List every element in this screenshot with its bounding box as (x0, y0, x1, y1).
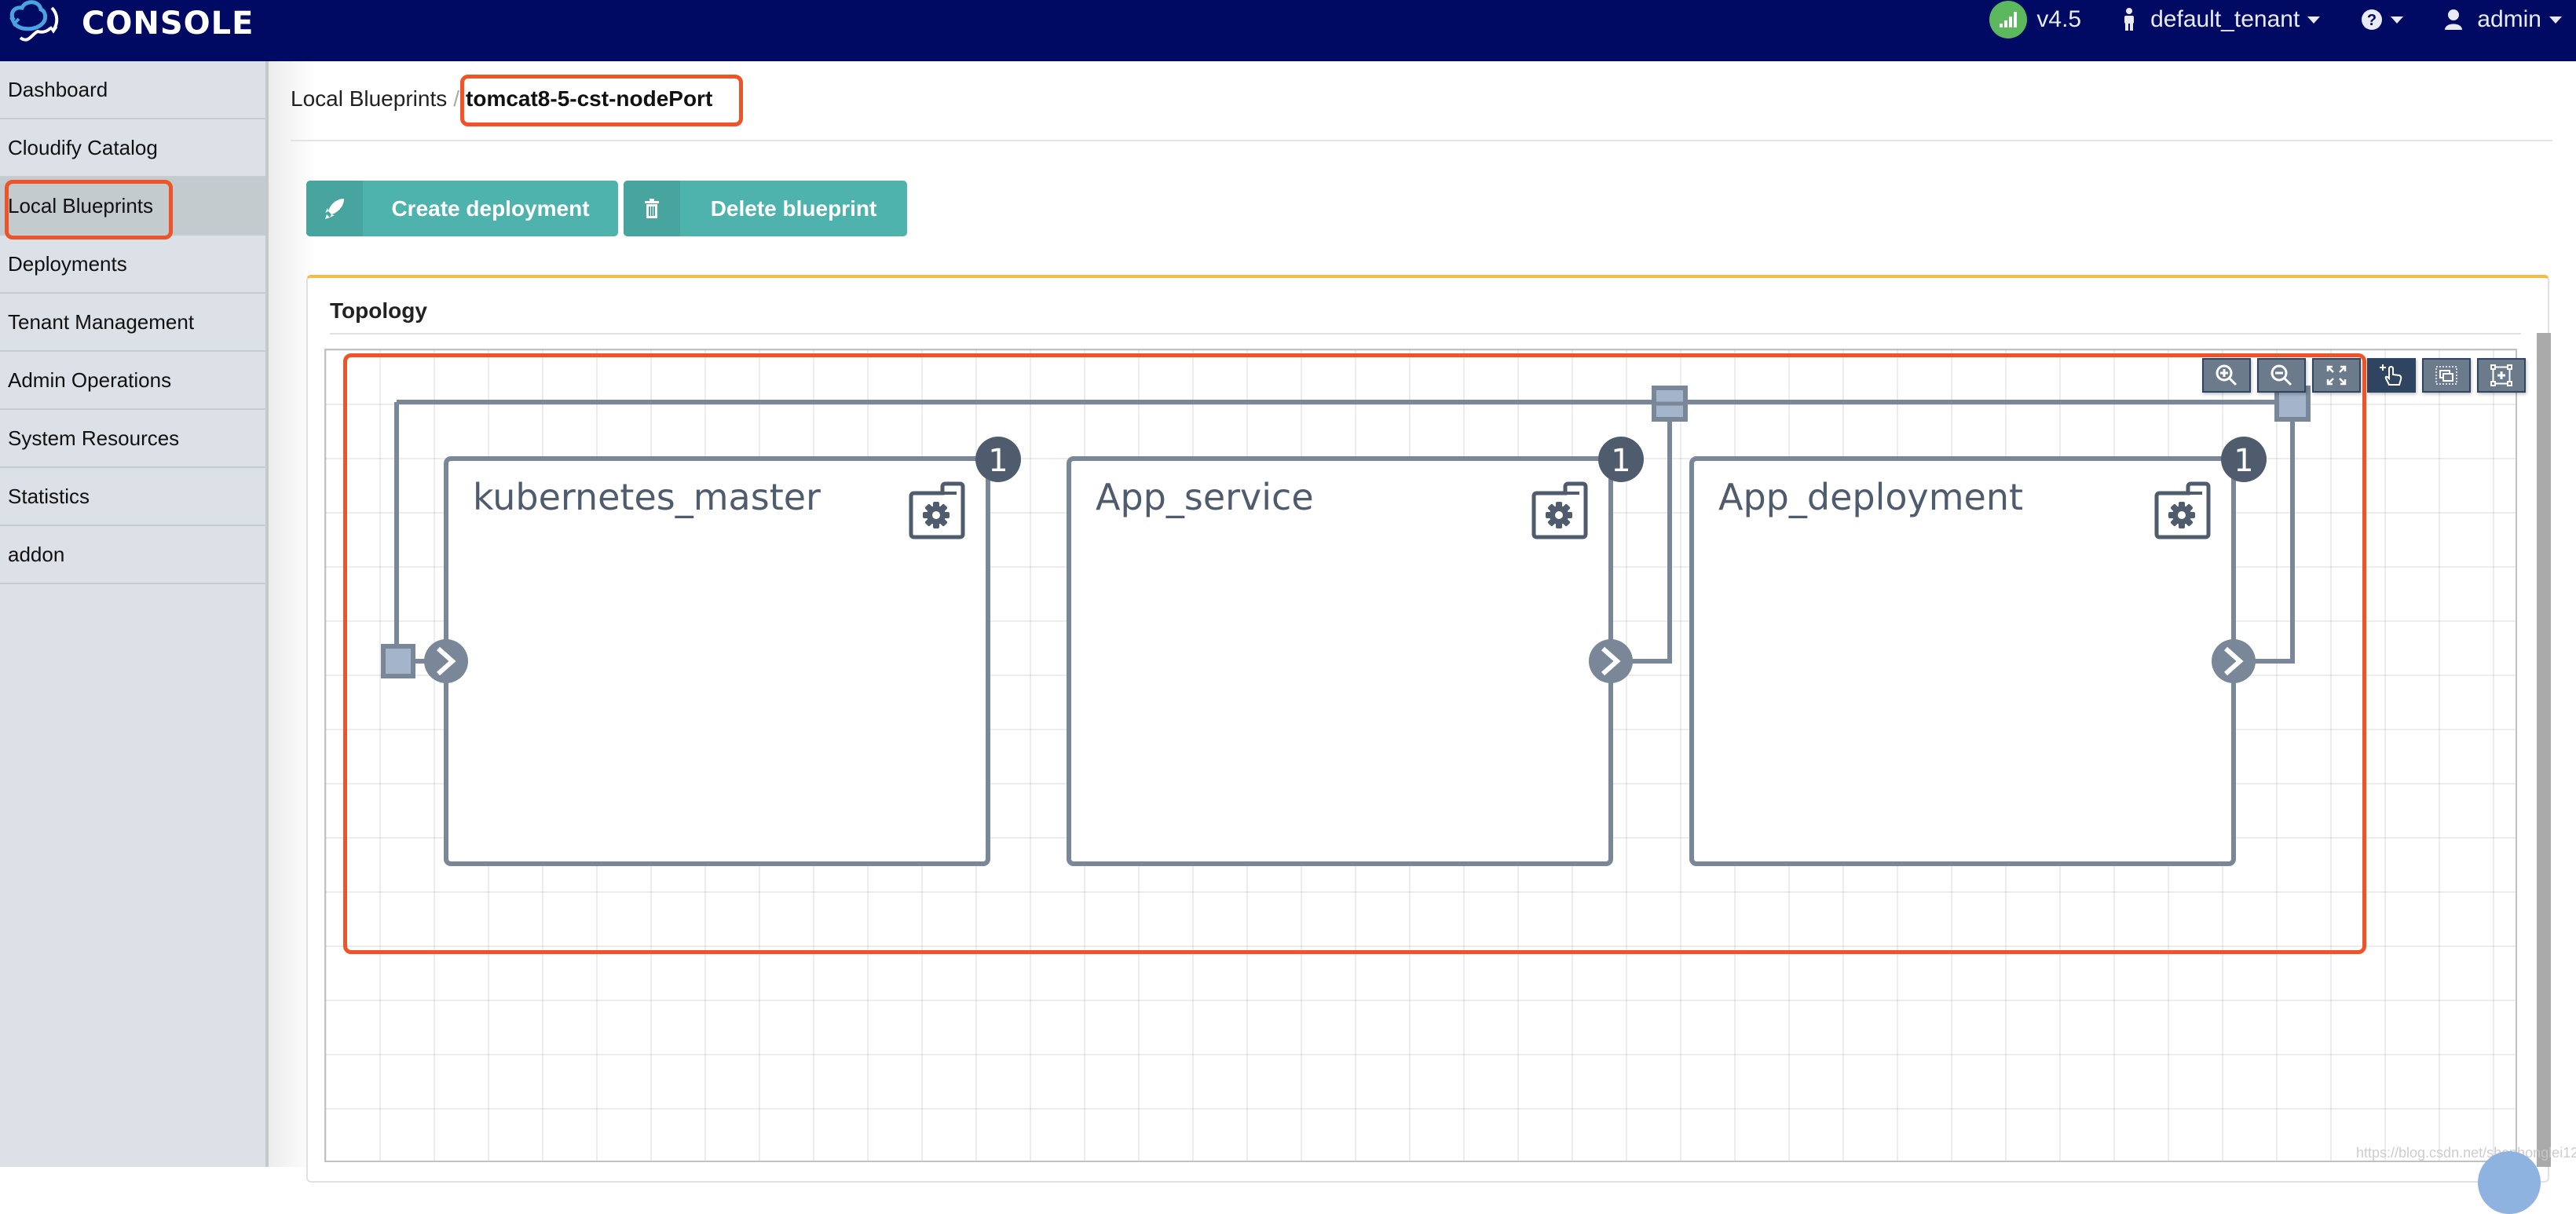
node-title: App_service (1096, 476, 1314, 518)
zoom-in-button[interactable] (2202, 358, 2251, 393)
zoom-out-icon (2270, 364, 2292, 386)
expand-icon (2326, 365, 2347, 386)
hand-pointer-icon (2380, 364, 2402, 386)
svg-text:1: 1 (988, 443, 1008, 479)
svg-text:1: 1 (2234, 443, 2253, 479)
relationship-endpoint-square[interactable] (381, 644, 415, 678)
scrollbar-thumb[interactable] (2537, 333, 2551, 1167)
node-app-service[interactable] (1067, 456, 1613, 866)
group-select-button[interactable] (2422, 358, 2471, 393)
relationship-endpoint-square[interactable] (2274, 386, 2311, 422)
node-app-deployment[interactable] (1689, 456, 2236, 866)
layout-button[interactable] (2477, 358, 2526, 393)
zoom-out-button[interactable] (2257, 358, 2306, 393)
svg-text:1: 1 (1611, 443, 1630, 479)
node-arrow-icon[interactable] (2212, 639, 2256, 683)
layout-nodes-icon (2490, 364, 2512, 386)
fit-to-screen-button[interactable] (2312, 358, 2361, 393)
node-title: kubernetes_master (473, 476, 821, 518)
node-arrow-icon[interactable] (424, 639, 468, 683)
instance-badge: 1 (1598, 437, 1644, 482)
floating-action-button[interactable] (2478, 1151, 2541, 1214)
topology-toolbar (2202, 358, 2532, 393)
instance-badge: 1 (2221, 437, 2267, 482)
instance-badge: 1 (975, 437, 1021, 482)
zoom-in-icon (2216, 364, 2238, 386)
topology-graph: 1 1 1 (381, 386, 2311, 866)
pan-mode-button[interactable] (2367, 358, 2416, 393)
node-kubernetes-master[interactable] (444, 456, 990, 866)
watermark: https://blog.csdn.net/shenhonglei1234 (2356, 1145, 2576, 1161)
select-group-icon (2435, 366, 2457, 385)
node-title: App_deployment (1718, 476, 2024, 518)
node-arrow-icon[interactable] (1589, 639, 1633, 683)
relationship-endpoint-double-square[interactable] (1652, 386, 1688, 422)
